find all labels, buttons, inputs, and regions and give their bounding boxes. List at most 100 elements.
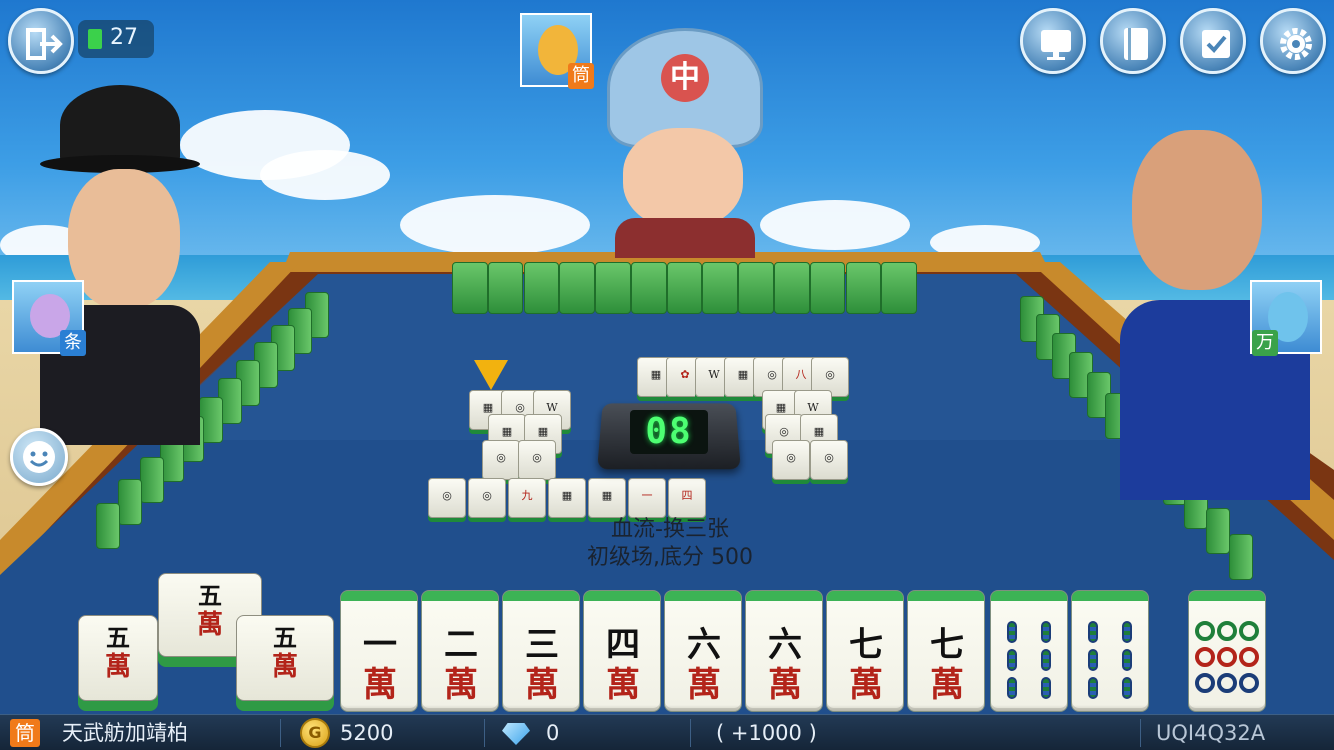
tile-back	[1229, 534, 1253, 580]
meld-tile: 五萬	[236, 615, 334, 701]
tile-back	[738, 262, 774, 314]
player-info-bar: 筒 天武舫加靖柏 G 5200 0 ( +1000 ) UQI4Q32A	[0, 714, 1334, 750]
bowler-hat	[60, 85, 180, 165]
tile-back	[452, 262, 488, 314]
circle-dots-icon	[1195, 621, 1259, 693]
character-body	[615, 218, 755, 258]
hand-tile[interactable]: 二萬	[421, 590, 499, 712]
bamboo-stick	[1007, 621, 1017, 643]
notebook-icon	[1124, 28, 1148, 60]
suit-tag: 条	[60, 330, 86, 356]
gear-icon	[1280, 28, 1312, 60]
bamboo-stick	[1041, 649, 1051, 671]
diamond-icon	[502, 723, 530, 745]
tile-back	[809, 262, 846, 314]
player-name: 天武舫加靖柏	[62, 721, 188, 745]
discard-tile: 四	[668, 478, 706, 518]
left-player-character	[30, 85, 210, 445]
discard-tile: ▦	[548, 478, 586, 518]
emoji-button[interactable]	[10, 428, 68, 486]
top-player-wall	[452, 262, 917, 314]
divider	[484, 719, 485, 747]
checkbox-icon	[1202, 30, 1230, 58]
coin-icon: G	[300, 718, 330, 748]
tile-back	[630, 262, 667, 314]
character-face	[623, 128, 743, 228]
notebook-button[interactable]	[1100, 8, 1166, 74]
bamboo-stick	[1122, 621, 1132, 643]
discard-tile: ◎	[518, 440, 556, 480]
hand-tile[interactable]: 七萬	[826, 590, 904, 712]
hand-tile[interactable]: 一萬	[340, 590, 418, 712]
discard-tile: ◎	[772, 440, 810, 480]
meld-tile: 五萬	[78, 615, 158, 701]
monitor-icon	[1041, 30, 1071, 60]
exit-icon	[26, 28, 63, 60]
hand-tile[interactable]: 四萬	[583, 590, 661, 712]
divider	[690, 719, 691, 747]
discard-tile: ▦	[588, 478, 626, 518]
bamboo-stick	[1088, 621, 1098, 643]
discard-tile: 九	[508, 478, 546, 518]
settings-button[interactable]	[1260, 8, 1326, 74]
tile-back	[118, 479, 142, 525]
tile-back	[559, 262, 595, 314]
divider	[1140, 719, 1141, 747]
top-player-avatar[interactable]: 筒	[520, 13, 594, 89]
discard-tile: ◎	[428, 478, 466, 518]
tile-back	[774, 262, 810, 314]
discard-tile: 一	[628, 478, 666, 518]
tile-back	[96, 503, 120, 549]
hand-tile[interactable]: 六萬	[664, 590, 742, 712]
room-info: 血流-换三张 初级场,底分 500	[540, 516, 800, 572]
discard-tile: ◎	[468, 478, 506, 518]
suit-tag: 筒	[568, 63, 594, 89]
tile-back	[845, 262, 882, 314]
bamboo-stick	[1088, 649, 1098, 671]
bonus-amount: ( +1000 )	[716, 721, 817, 745]
emoji-icon	[23, 441, 55, 473]
diamond-count: 0	[546, 721, 560, 745]
last-discard-marker	[474, 360, 508, 390]
room-level: 初级场,底分 500	[587, 545, 753, 570]
tasks-button[interactable]	[1180, 8, 1246, 74]
coin-count: 5200	[340, 721, 394, 745]
exit-button[interactable]	[8, 8, 74, 74]
divider	[280, 719, 281, 747]
tile-back	[140, 457, 164, 503]
room-mode: 血流-换三张	[611, 517, 729, 542]
tile-back	[666, 262, 703, 314]
hand-tile[interactable]: 七萬	[907, 590, 985, 712]
hand-tile-bamboo-8[interactable]	[990, 590, 1068, 712]
hat-emblem: 中	[661, 54, 709, 102]
bamboo-stick	[1041, 677, 1051, 699]
tile-back	[595, 262, 631, 314]
tile-back	[702, 262, 739, 314]
battery-level: 27	[110, 25, 138, 50]
turn-timer: 08	[630, 410, 708, 454]
right-player-avatar[interactable]: 万	[1250, 280, 1322, 356]
tile-back	[881, 262, 917, 314]
room-code: UQI4Q32A	[1156, 721, 1266, 745]
left-player-avatar[interactable]: 条	[12, 280, 86, 356]
suit-tag: 筒	[10, 719, 40, 747]
bamboo-stick	[1007, 649, 1017, 671]
bamboo-stick	[1088, 677, 1098, 699]
discard-tile: ◎	[810, 440, 848, 480]
bamboo-stick	[1122, 677, 1132, 699]
hand-tile[interactable]: 三萬	[502, 590, 580, 712]
tile-back	[487, 262, 524, 314]
hand-tile[interactable]: 六萬	[745, 590, 823, 712]
bamboo-stick	[1007, 677, 1017, 699]
bamboo-stick	[1122, 649, 1132, 671]
top-player-character: 中	[585, 28, 785, 258]
drawn-tile-circles[interactable]	[1188, 590, 1266, 712]
bamboo-stick	[1041, 621, 1051, 643]
tile-back	[1206, 508, 1230, 554]
discard-tile: ◎	[482, 440, 520, 480]
character-face	[68, 169, 180, 309]
tile-back	[523, 262, 560, 314]
character-face	[1132, 130, 1262, 290]
hand-tile-bamboo-8[interactable]	[1071, 590, 1149, 712]
monitor-button[interactable]	[1020, 8, 1086, 74]
